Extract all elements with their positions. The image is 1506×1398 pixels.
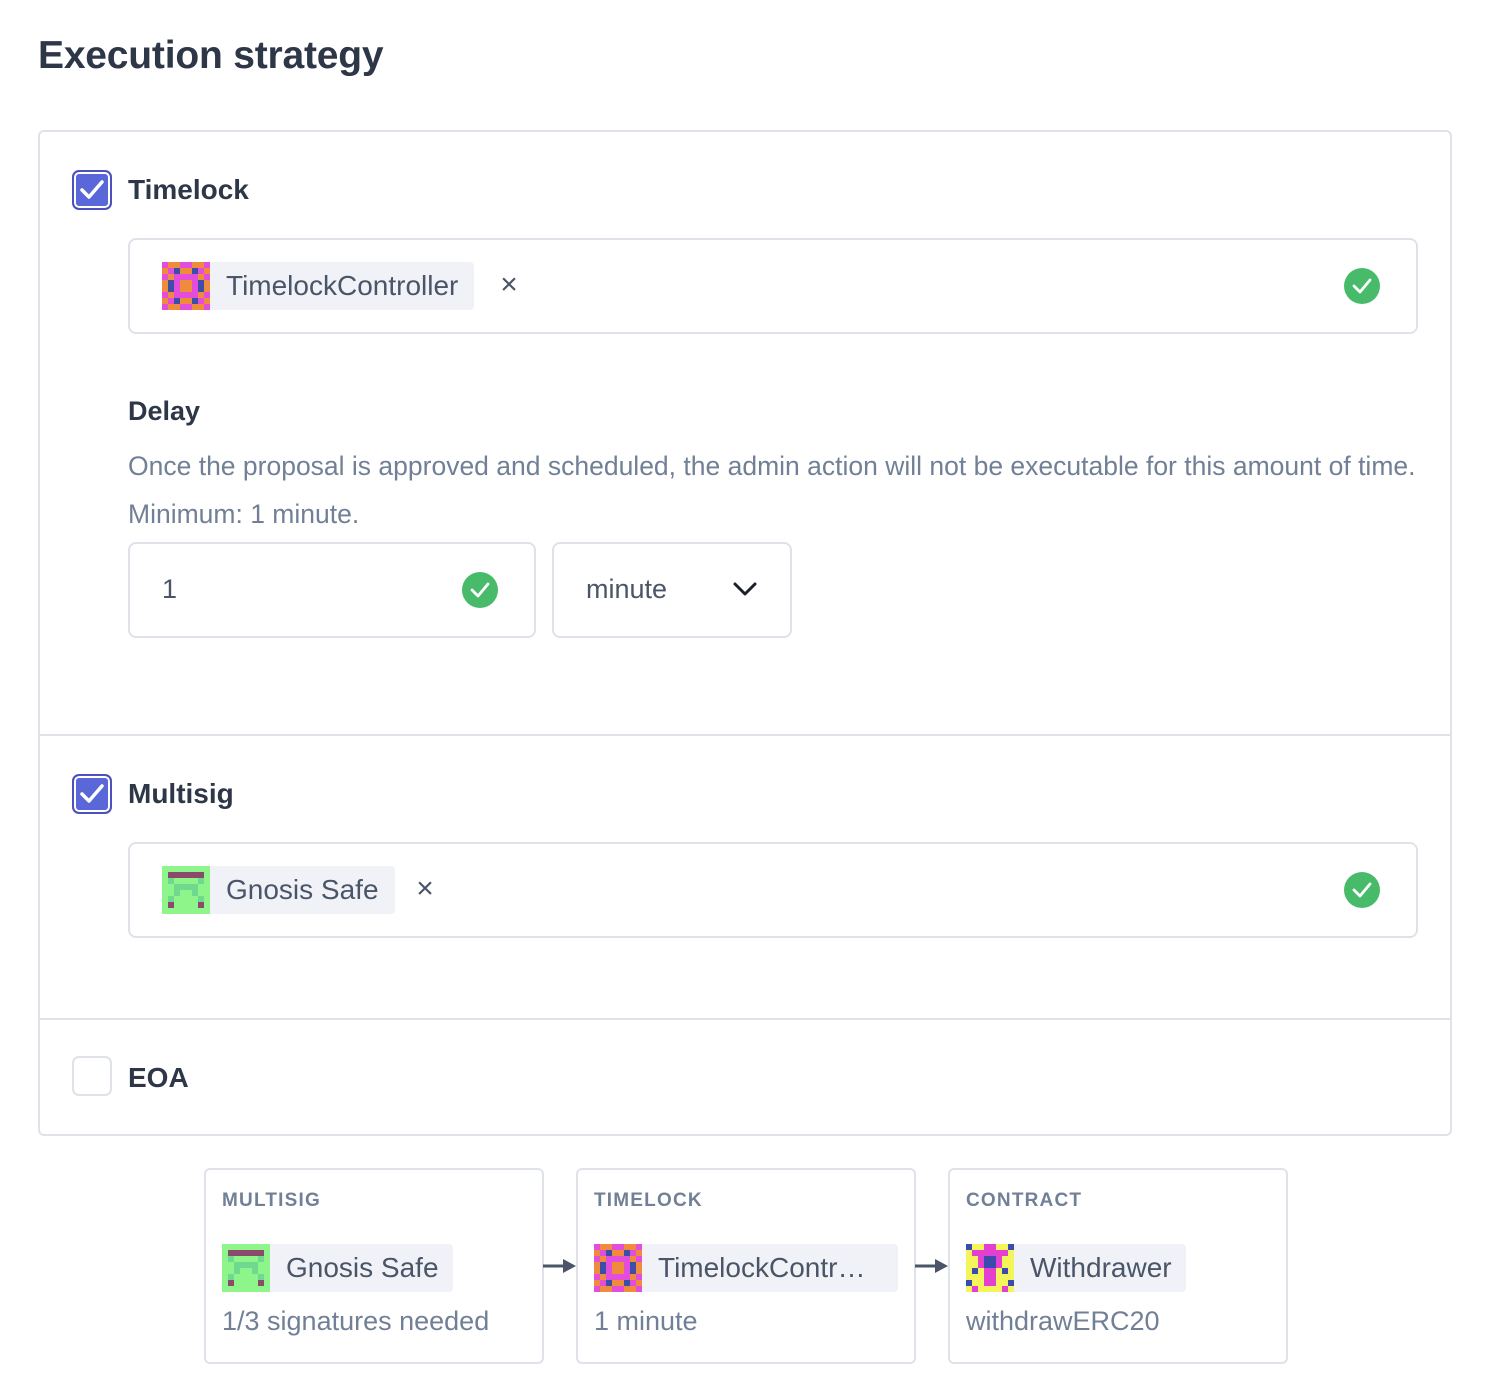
timelock-avatar: [162, 262, 210, 310]
flow-step-heading: CONTRACT: [966, 1190, 1083, 1211]
timelock-checkbox[interactable]: [72, 170, 112, 210]
eoa-section: EOA: [40, 1020, 1450, 1134]
flow-step-chip: Withdrawer: [966, 1244, 1186, 1292]
flow-step-chip: Gnosis Safe: [222, 1244, 453, 1292]
multisig-checkbox[interactable]: [72, 774, 112, 814]
page-title: Execution strategy: [38, 34, 384, 77]
flow-step-timelock: TIMELOCK TimelockContr… 1 minute: [576, 1168, 916, 1364]
remove-timelock-button[interactable]: ×: [492, 268, 526, 302]
flow-step-detail: 1 minute: [594, 1306, 698, 1336]
eoa-label: EOA: [128, 1062, 189, 1093]
timelock-address-field[interactable]: TimelockController ×: [128, 238, 1418, 334]
remove-multisig-button[interactable]: ×: [408, 872, 442, 906]
flow-step-multisig: MULTISIG Gnosis Safe 1/3 signatures need…: [204, 1168, 544, 1364]
valid-check-icon: [462, 572, 498, 608]
flow-step-heading: TIMELOCK: [594, 1190, 703, 1211]
flow-step-name: Withdrawer: [1030, 1252, 1172, 1283]
delay-description: Once the proposal is approved and schedu…: [128, 451, 1416, 529]
flow-step-detail: 1/3 signatures needed: [222, 1306, 490, 1336]
safe-avatar: [222, 1244, 270, 1292]
delay-amount-value: 1: [162, 574, 178, 604]
flow-step-contract: CONTRACT Withdrawer withdrawERC20: [948, 1168, 1288, 1364]
flow-step-detail: withdrawERC20: [966, 1306, 1160, 1336]
delay-unit-select[interactable]: minute: [552, 542, 792, 638]
withdrawer-avatar: [966, 1244, 1014, 1292]
check-icon: [80, 180, 104, 199]
valid-check-icon: [1344, 268, 1380, 304]
flow-step-name: Gnosis Safe: [286, 1252, 439, 1283]
multisig-label: Multisig: [128, 778, 234, 809]
multisig-address-chip: Gnosis Safe: [162, 866, 395, 914]
timelock-label: Timelock: [128, 174, 249, 205]
multisig-address-name: Gnosis Safe: [226, 874, 379, 905]
chevron-down-icon: [733, 582, 757, 596]
check-icon: [80, 784, 104, 803]
timelock-address-name: TimelockController: [226, 270, 459, 301]
arrow-right-icon: [915, 1259, 948, 1273]
safe-avatar: [162, 866, 210, 914]
delay-amount-input[interactable]: 1: [128, 542, 536, 638]
delay-unit-value: minute: [586, 574, 668, 604]
delay-title: Delay: [128, 396, 201, 426]
eoa-checkbox[interactable]: [72, 1056, 112, 1096]
timelock-avatar: [594, 1244, 642, 1292]
execution-strategy-card: Timelock TimelockController × Delay Once…: [38, 130, 1452, 1136]
multisig-address-field[interactable]: Gnosis Safe ×: [128, 842, 1418, 938]
flow-step-name: TimelockContr…: [658, 1252, 866, 1283]
flow-step-chip: TimelockContr…: [594, 1244, 898, 1292]
valid-check-icon: [1344, 872, 1380, 908]
timelock-section: Timelock TimelockController × Delay Once…: [40, 132, 1450, 736]
timelock-address-chip: TimelockController: [162, 262, 475, 310]
flow-step-heading: MULTISIG: [222, 1190, 321, 1211]
multisig-section: Multisig Gnosis Safe ×: [40, 736, 1450, 1020]
arrow-right-icon: [543, 1259, 576, 1273]
